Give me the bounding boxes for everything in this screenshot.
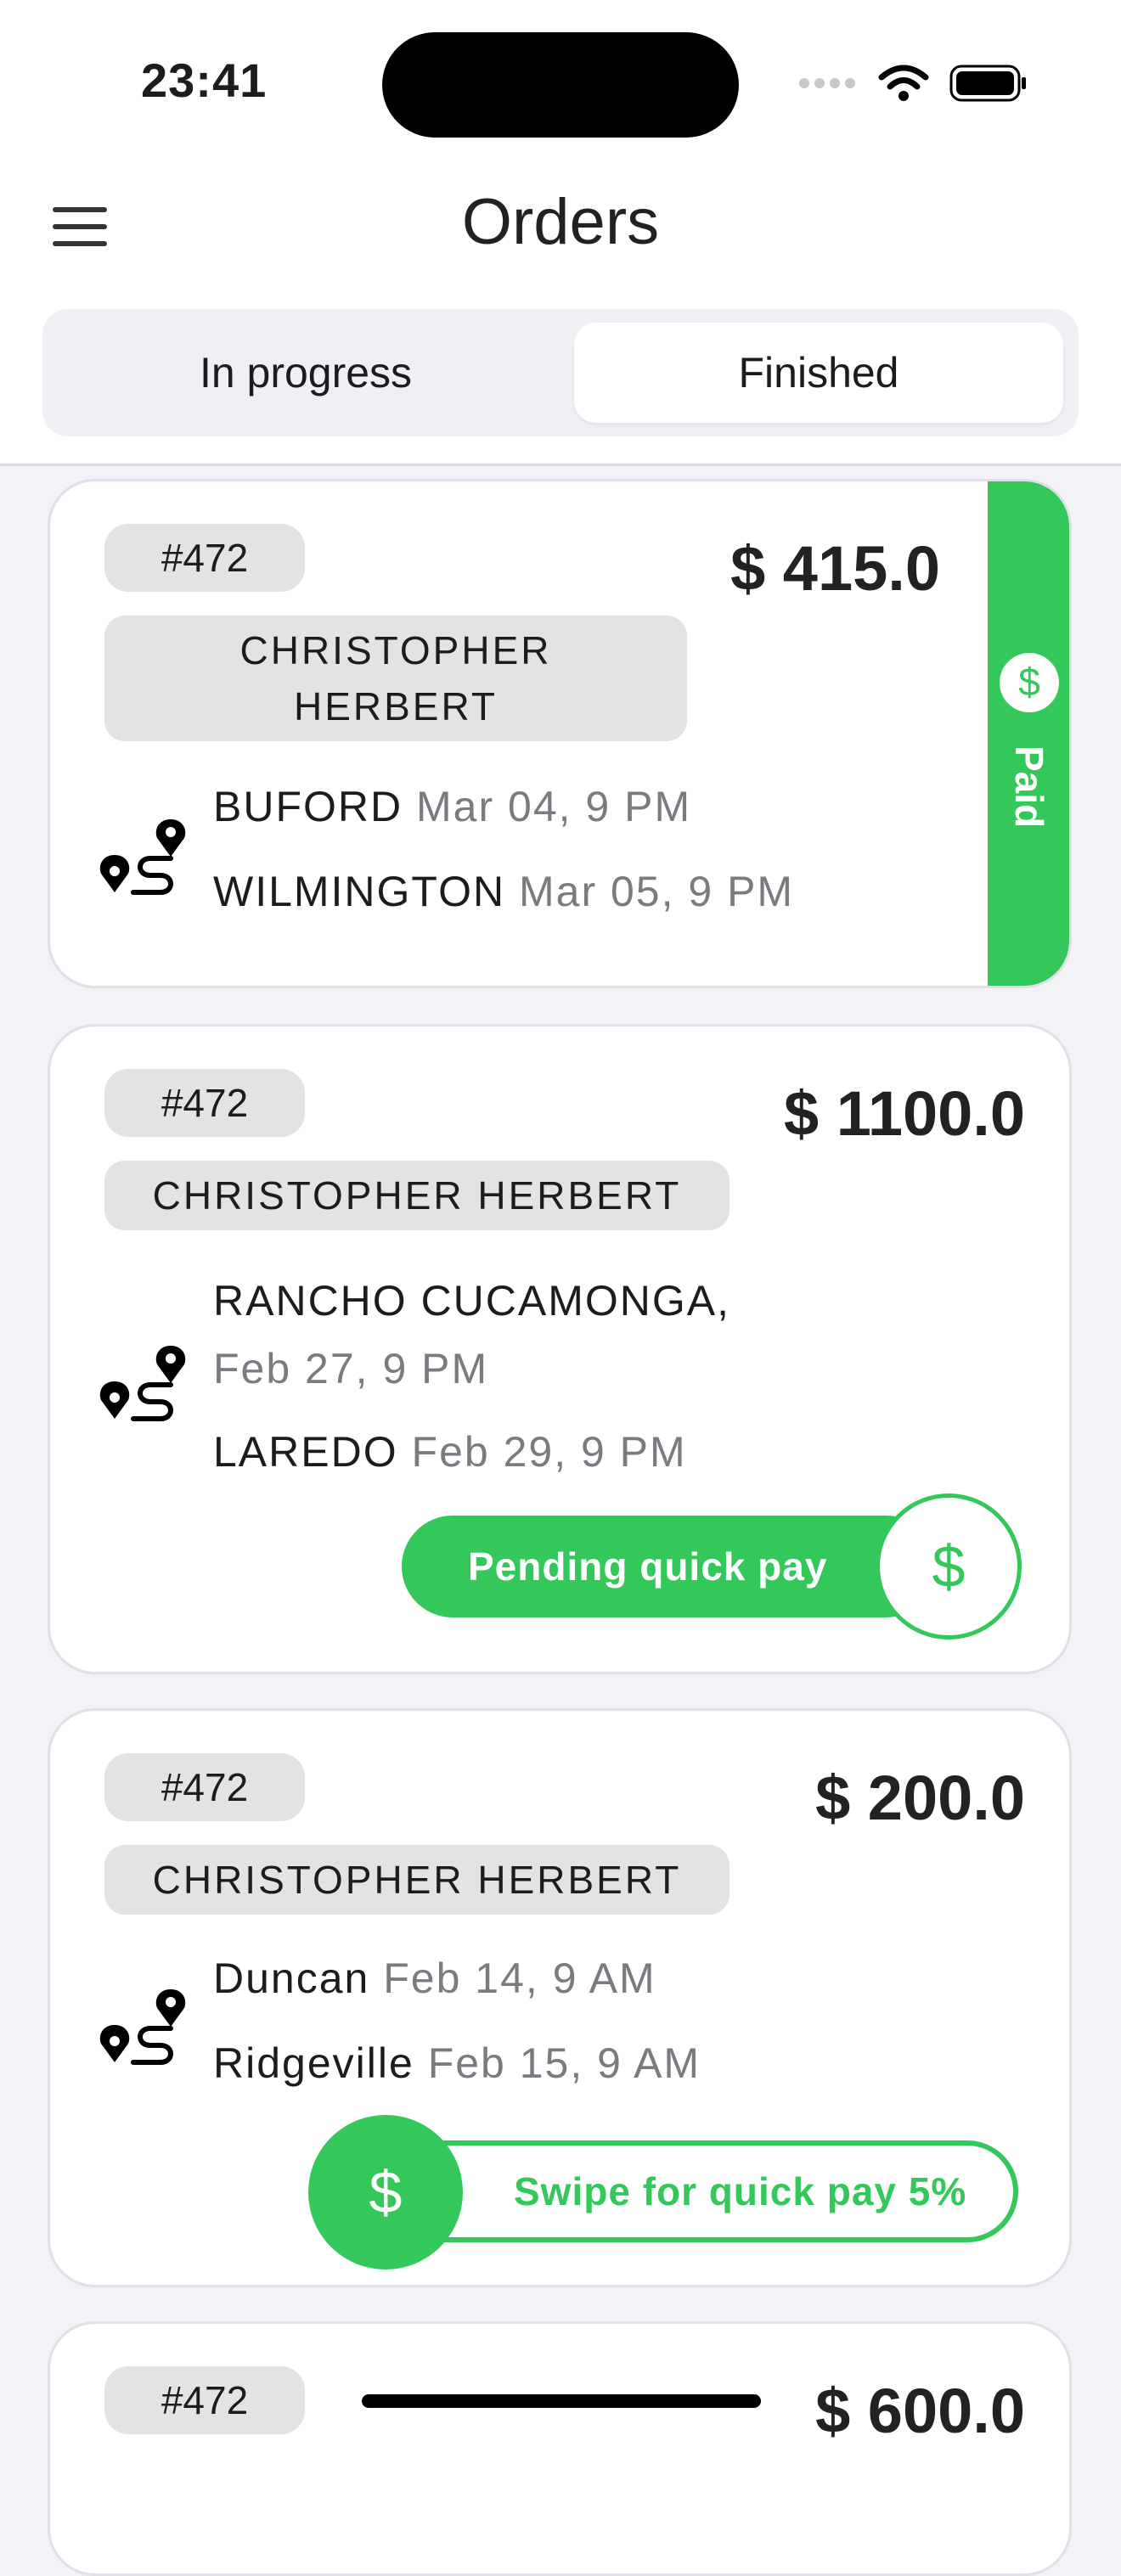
order-card[interactable]: #472 $ 600.0 [48, 2321, 1072, 2576]
pickup-city: RANCHO CUCAMONGA, [213, 1277, 731, 1325]
dropoff-city: Ridgeville [213, 2039, 414, 2087]
pending-quick-pay-badge: Pending quick pay [402, 1516, 937, 1617]
customer-chip: CHRISTOPHER HERBERT [104, 1845, 729, 1915]
status-icons [798, 59, 1028, 107]
dropoff-date: Mar 05, 9 PM [518, 868, 795, 915]
cellular-signal-icon [799, 78, 855, 88]
dollar-coin-icon: $ [1000, 653, 1059, 712]
pickup-city: Duncan [213, 1954, 370, 2002]
order-price: $ 600.0 [815, 2376, 1025, 2446]
svg-text:$: $ [1018, 660, 1040, 704]
top-bar: 23:41 Orders In progress Finished [0, 0, 1121, 466]
swipe-handle-dollar-icon[interactable]: $ [308, 2115, 463, 2269]
tab-in-progress[interactable]: In progress [61, 323, 550, 423]
route-icon [99, 1989, 186, 2065]
status-segmented-control: In progress Finished [42, 309, 1079, 436]
dropoff-date: Feb 15, 9 AM [427, 2039, 701, 2087]
status-time: 23:41 [141, 53, 268, 107]
order-id-chip: #472 [104, 2366, 305, 2434]
dropoff-stop: WILMINGTON Mar 05, 9 PM [213, 863, 794, 920]
pickup-stop: Duncan Feb 14, 9 AM [213, 1950, 656, 2006]
paid-status-strip: $ Paid [988, 481, 1069, 986]
dropoff-city: WILMINGTON [213, 868, 506, 915]
dropoff-date: Feb 29, 9 PM [411, 1428, 687, 1476]
pickup-stop: BUFORD Mar 04, 9 PM [213, 779, 691, 835]
wifi-icon [878, 65, 929, 101]
pickup-city: BUFORD [213, 783, 403, 830]
order-id-chip: #472 [104, 1069, 305, 1137]
pickup-date: Feb 27, 9 PM [213, 1345, 489, 1392]
order-card[interactable]: #472 $ 415.0 CHRISTOPHER HERBERT BUFORD … [48, 479, 1072, 988]
paid-label: Paid [1007, 745, 1051, 829]
order-price: $ 1100.0 [784, 1078, 1025, 1149]
pickup-date: Feb 14, 9 AM [383, 1954, 656, 2002]
pickup-stop: RANCHO CUCAMONGA, Feb 27, 9 PM [213, 1273, 730, 1397]
order-price: $ 415.0 [730, 533, 940, 604]
order-card[interactable]: #472 $ 200.0 CHRISTOPHER HERBERT Duncan … [48, 1708, 1072, 2287]
route-icon [99, 819, 186, 895]
customer-chip: CHRISTOPHER HERBERT [104, 616, 687, 741]
order-card[interactable]: #472 $ 1100.0 CHRISTOPHER HERBERT RANCHO… [48, 1024, 1072, 1674]
order-id-chip: #472 [104, 524, 305, 592]
battery-icon [949, 65, 1026, 102]
page-title: Orders [461, 186, 660, 258]
pickup-date: Mar 04, 9 PM [416, 783, 692, 830]
order-price: $ 200.0 [815, 1763, 1025, 1833]
dollar-icon: $ [876, 1493, 1022, 1640]
customer-chip: CHRISTOPHER HERBERT [104, 1161, 729, 1230]
tab-finished[interactable]: Finished [574, 323, 1063, 423]
route-icon [99, 1346, 186, 1421]
home-indicator[interactable] [362, 2394, 761, 2408]
dropoff-stop: LAREDO Feb 29, 9 PM [213, 1424, 687, 1480]
order-id-chip: #472 [104, 1753, 305, 1821]
dropoff-stop: Ridgeville Feb 15, 9 AM [213, 2035, 701, 2091]
dynamic-island [382, 32, 739, 138]
dropoff-city: LAREDO [213, 1428, 398, 1476]
